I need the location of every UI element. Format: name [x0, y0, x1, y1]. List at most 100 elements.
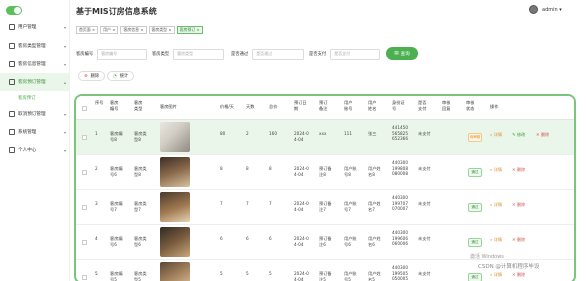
view-button[interactable]: ⌕ 详情	[490, 202, 502, 208]
op-label: 详情	[493, 132, 503, 137]
grid-icon	[9, 111, 15, 117]
table-row[interactable]: 2 客房编号6 客房类型8 8 8 8 2024-04-04 预订备注8 用户账号8 用户姓名8 4…	[76, 155, 574, 190]
row-checkbox[interactable]	[82, 205, 87, 210]
edit-button[interactable]: ✎ 修改	[512, 132, 525, 138]
tab-home[interactable]: 首页面 ×	[76, 26, 99, 34]
sidebar-item-profile[interactable]: 个人中心 ▾	[0, 141, 70, 159]
row-checkbox[interactable]	[82, 275, 87, 280]
delete-button[interactable]: ⊗ 删除	[78, 71, 106, 81]
cell-days: 8	[246, 166, 249, 171]
row-checkbox[interactable]	[82, 170, 87, 175]
tab-room-types[interactable]: 客房类型 ×	[148, 26, 175, 34]
tab-users[interactable]: 用户 ×	[100, 26, 119, 34]
cell-total: 8	[269, 166, 272, 171]
col-room-image: 客房图片	[160, 104, 177, 109]
cell-room-type: 客房类型5	[134, 271, 147, 281]
grid-icon	[9, 61, 15, 67]
room-image[interactable]	[160, 122, 190, 152]
cell-id-card: 440300199606060006	[392, 230, 408, 247]
row-checkbox[interactable]	[82, 135, 87, 140]
status-badge: 通过	[468, 273, 482, 281]
delete-row-button[interactable]: ✕ 删除	[512, 237, 525, 243]
paid-select[interactable]: 是否支付	[330, 48, 381, 60]
table-row[interactable]: 3 客房编号7 客房类型7 7 7 7 2024-04-04 预订备注7 用户账号7 用户姓名7 4…	[76, 190, 574, 225]
top-header: 基于MIS订房信息系统 admin ▾	[70, 0, 586, 22]
sidebar-item-users[interactable]: 用户管理 ▾	[0, 18, 70, 36]
col-date: 预订日期	[294, 100, 307, 111]
cell-date: 2024-04-04	[294, 271, 309, 281]
delete-row-button[interactable]: ✕ 删除	[536, 132, 549, 138]
sidebar-subitem-booking[interactable]: 客房预订	[0, 91, 70, 105]
tab-bookings[interactable]: 客房预订 ×	[176, 26, 203, 34]
op-label: 删除	[540, 132, 550, 137]
filter-label: 是否通过	[231, 52, 249, 57]
audit-select[interactable]: 是否通过	[252, 48, 305, 60]
cell-id-card: 440300199808080008	[392, 160, 408, 177]
view-button[interactable]: ⌕ 详情	[490, 167, 502, 173]
col-account: 用户账号	[344, 100, 353, 111]
cell-index: 3	[95, 201, 98, 206]
cell-note: 预订备注7	[319, 201, 332, 212]
room-image[interactable]	[160, 157, 190, 187]
sidebar-item-room-types[interactable]: 客房类型管理 ▾	[0, 37, 70, 55]
room-image[interactable]	[160, 192, 190, 222]
cell-note: 预订备注8	[319, 166, 332, 177]
delete-row-button[interactable]: ✕ 删除	[512, 167, 525, 173]
cell-paid: 未支付	[418, 131, 431, 136]
view-button[interactable]: ⌕ 详情	[490, 272, 502, 278]
col-price: 价格/天	[220, 104, 234, 109]
op-label: 删除	[516, 272, 526, 277]
grid-icon	[9, 43, 15, 49]
row-checkbox[interactable]	[82, 240, 87, 245]
view-button[interactable]: ⌕ 详情	[490, 132, 502, 138]
table-row[interactable]: 1 客房编号8 客房类型8 80 2 160 2024-04-04 xxx 111 张三 44145…	[76, 120, 574, 155]
csdn-watermark: CSDN @计算机程序毕设	[478, 264, 540, 270]
sidebar-item-system[interactable]: 系统管理 ▾	[0, 123, 70, 141]
col-note: 预订备注	[319, 100, 328, 111]
sidebar-item-bookings[interactable]: 客房预订管理 ▴	[0, 73, 70, 91]
cell-days: 6	[246, 236, 249, 241]
cell-total: 5	[269, 271, 272, 276]
stats-button[interactable]: ◔ 统计	[107, 71, 135, 81]
delete-row-button[interactable]: ✕ 删除	[512, 272, 525, 278]
sidebar-item-cancellations[interactable]: 取消预订管理 ▾	[0, 105, 70, 123]
select-all-checkbox[interactable]	[82, 106, 87, 111]
cell-room-no: 客房编号5	[110, 271, 123, 281]
avatar	[529, 5, 538, 14]
view-button[interactable]: ⌕ 详情	[490, 237, 502, 243]
room-image[interactable]	[160, 262, 190, 281]
user-menu[interactable]: admin ▾	[529, 5, 562, 14]
op-label: 详情	[493, 202, 503, 207]
chevron-up-icon: ▴	[63, 79, 66, 85]
sidebar-item-room-info[interactable]: 客房信息管理 ▾	[0, 55, 70, 73]
delete-row-button[interactable]: ✕ 删除	[512, 202, 525, 208]
sidebar-item-label: 客房信息管理	[18, 62, 46, 67]
col-reply: 审核回复	[442, 100, 451, 111]
op-label: 详情	[493, 167, 503, 172]
cell-price: 8	[220, 166, 223, 171]
search-icon: ▤	[394, 51, 399, 56]
cell-account: 111	[344, 131, 352, 136]
cell-days: 5	[246, 271, 249, 276]
cell-id-card: 441450565825652366	[392, 125, 408, 142]
cell-paid: 未支付	[418, 236, 431, 241]
room-type-input[interactable]: 客房类型	[173, 48, 225, 60]
chevron-down-icon: ▾	[63, 129, 66, 135]
delete-label: 删除	[90, 74, 100, 79]
op-label: 详情	[493, 272, 503, 277]
sidebar: 用户管理 ▾ 客房类型管理 ▾ 客房信息管理 ▾ 客房预订管理 ▴ 客房预订 取…	[0, 0, 70, 281]
cell-paid: 未支付	[418, 201, 431, 206]
cell-date: 2024-04-04	[294, 201, 309, 212]
room-no-input[interactable]: 客房编号	[97, 48, 148, 60]
windows-activation-text: 激活 Windows	[470, 254, 504, 260]
cell-paid: 未支付	[418, 166, 431, 171]
room-image[interactable]	[160, 227, 190, 257]
tab-room-info[interactable]: 客房信息 ×	[120, 26, 147, 34]
search-button[interactable]: ▤ 查询	[386, 47, 418, 60]
chart-icon: ◔	[113, 73, 117, 79]
cell-account: 用户账号8	[344, 166, 357, 177]
chevron-down-icon: ▾	[63, 43, 66, 49]
theme-toggle[interactable]	[6, 6, 22, 15]
filter-label: 客房编号	[76, 52, 94, 57]
col-total: 总价	[269, 104, 278, 109]
